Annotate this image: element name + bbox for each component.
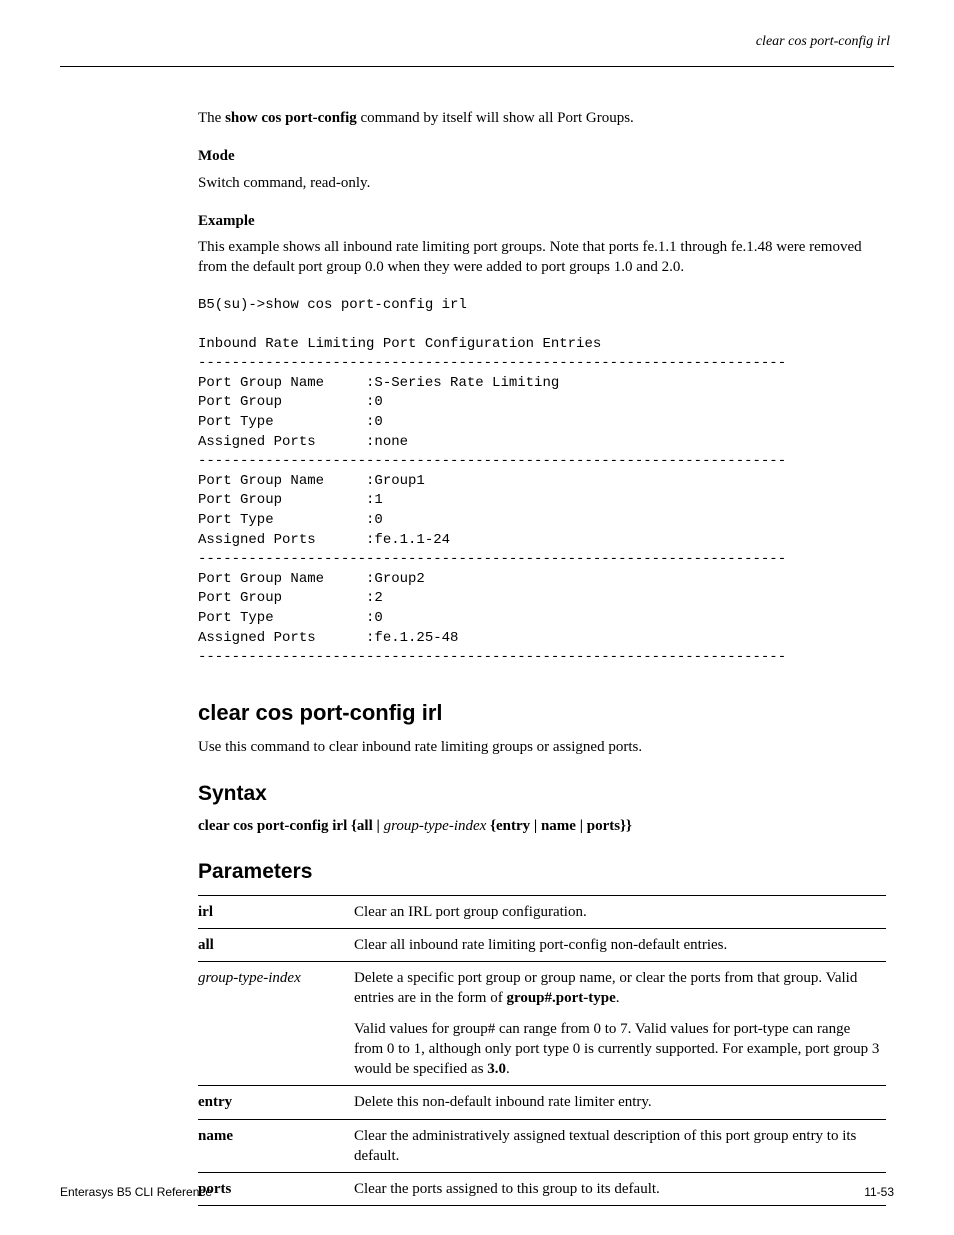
example-text: This example shows all inbound rate limi… <box>198 237 886 278</box>
text: The <box>198 110 225 126</box>
syntax-var: group-type-index <box>384 818 487 834</box>
param-term: group-type-index <box>198 970 301 986</box>
text: {entry | name | ports}} <box>486 818 632 834</box>
syntax-heading: Syntax <box>198 780 886 808</box>
parameters-heading: Parameters <box>198 858 886 886</box>
syntax-cmd: clear cos port-config irl <box>198 818 351 834</box>
running-header: clear cos port-config irl <box>756 34 890 50</box>
mode-text: Switch command, read-only. <box>198 173 886 193</box>
command-title: clear cos port-config irl <box>198 698 886 728</box>
param-term: irl <box>198 904 213 920</box>
text: 3.0 <box>487 1061 506 1077</box>
text: {all | <box>351 818 384 834</box>
param-desc: Delete a specific port group or group na… <box>354 962 886 1086</box>
text: Valid values for group# can range from 0… <box>354 1021 879 1078</box>
header-rule <box>60 66 894 67</box>
param-term: entry <box>198 1094 232 1110</box>
table-row: name Clear the administratively assigned… <box>198 1119 886 1173</box>
parameters-table: irl Clear an IRL port group configuratio… <box>198 895 886 1207</box>
table-row: irl Clear an IRL port group configuratio… <box>198 895 886 928</box>
param-desc: Delete this non-default inbound rate lim… <box>354 1086 886 1119</box>
param-term: all <box>198 937 214 953</box>
table-row: entry Delete this non-default inbound ra… <box>198 1086 886 1119</box>
footer-left: Enterasys B5 CLI Reference <box>60 1185 212 1199</box>
example-heading: Example <box>198 211 886 231</box>
content-area: The show cos port-config command by itse… <box>198 108 886 1206</box>
command-description: Use this command to clear inbound rate l… <box>198 737 886 757</box>
param-desc: Clear an IRL port group configuration. <box>354 895 886 928</box>
param-desc: Clear all inbound rate limiting port-con… <box>354 928 886 961</box>
intro-paragraph: The show cos port-config command by itse… <box>198 108 886 128</box>
text: . <box>506 1061 510 1077</box>
text: group#.port-type <box>506 990 615 1006</box>
table-row: all Clear all inbound rate limiting port… <box>198 928 886 961</box>
text: command by itself will show all Port Gro… <box>357 110 634 126</box>
text: . <box>616 990 620 1006</box>
param-extra: Valid values for group# can range from 0… <box>354 1019 880 1080</box>
code-block: B5(su)->show cos port-config irl Inbound… <box>198 296 886 668</box>
param-desc: Clear the administratively assigned text… <box>354 1119 886 1173</box>
footer-right: 11-53 <box>864 1185 894 1199</box>
param-term: name <box>198 1128 233 1144</box>
page: clear cos port-config irl The show cos p… <box>0 0 954 1235</box>
syntax-line: clear cos port-config irl {all | group-t… <box>198 816 886 836</box>
table-row: group-type-index Delete a specific port … <box>198 962 886 1086</box>
command-name: show cos port-config <box>225 110 357 126</box>
page-footer: Enterasys B5 CLI Reference 11-53 <box>60 1185 894 1199</box>
mode-heading: Mode <box>198 146 886 166</box>
